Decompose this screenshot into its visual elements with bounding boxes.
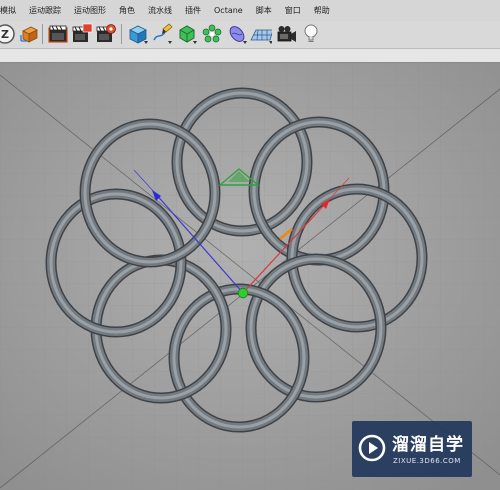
menu-window[interactable]: 窗口	[278, 5, 307, 16]
cube-primitive-icon	[129, 25, 148, 44]
menu-character[interactable]: 角色	[112, 5, 141, 16]
subdivision-surface-icon	[179, 25, 197, 44]
viewport-header-strip	[0, 49, 500, 63]
render-settings-button[interactable]	[95, 23, 117, 45]
light-button[interactable]	[300, 23, 322, 45]
render-view-icon	[48, 25, 68, 43]
deformer-button[interactable]	[226, 23, 248, 45]
menu-plugins[interactable]: 插件	[178, 5, 207, 16]
menu-octane[interactable]: Octane	[207, 6, 249, 15]
light-icon	[304, 24, 318, 42]
camera-button[interactable]	[276, 23, 298, 45]
pen-spline-icon	[153, 23, 173, 44]
menu-script[interactable]: 脚本	[249, 5, 278, 16]
make-editable-icon: Z	[0, 24, 15, 44]
render-picture-viewer-icon	[72, 23, 93, 42]
menu-mograph[interactable]: 运动图形	[67, 5, 112, 16]
floor-scene-icon	[250, 29, 272, 44]
toolbar-separator	[121, 24, 122, 44]
menu-motion-tracking[interactable]: 运动跟踪	[22, 5, 67, 16]
floor-scene-button[interactable]	[250, 23, 272, 45]
cloner-icon	[202, 24, 222, 43]
object-pivot[interactable]	[237, 287, 249, 299]
play-logo-icon	[358, 434, 386, 462]
render-picture-viewer-button[interactable]	[71, 23, 93, 45]
cube-orange-button[interactable]	[18, 23, 40, 45]
watermark-title: 溜溜自学	[392, 435, 464, 455]
menu-bar: 模拟 运动跟踪 运动图形 角色 流水线 插件 Octane 脚本 窗口 帮助	[0, 0, 500, 22]
deformer-icon	[229, 26, 247, 44]
make-editable-button[interactable]: Z	[0, 23, 16, 45]
svg-text:Z: Z	[1, 28, 9, 41]
subdivision-surface-button[interactable]	[176, 23, 198, 45]
toolbar-separator	[42, 24, 43, 44]
render-settings-icon	[96, 24, 116, 42]
cube-primitive-button[interactable]	[127, 23, 149, 45]
menu-pipeline[interactable]: 流水线	[141, 5, 178, 16]
menu-simulate[interactable]: 模拟	[0, 5, 22, 16]
menu-help[interactable]: 帮助	[307, 5, 336, 16]
pen-spline-button[interactable]	[151, 23, 173, 45]
watermark-url: ZIXUE.3D66.COM	[393, 457, 461, 465]
camera-icon	[277, 26, 296, 42]
toolbar: Z	[0, 21, 500, 49]
cloner-button[interactable]	[201, 23, 223, 45]
render-view-button[interactable]	[47, 23, 69, 45]
cube-orange-icon	[20, 26, 38, 43]
watermark-logo: 溜溜自学 ZIXUE.3D66.COM	[352, 421, 472, 477]
